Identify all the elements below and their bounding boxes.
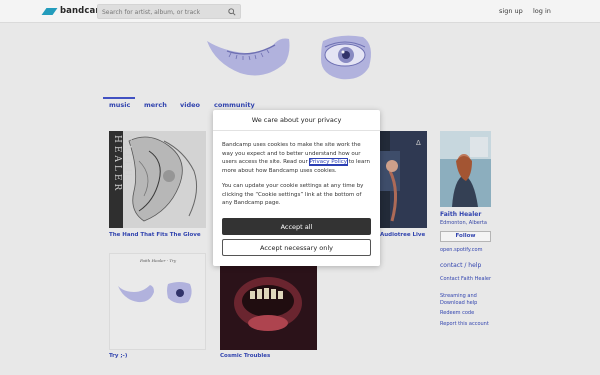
dialog-title: We care about your privacy	[213, 110, 380, 131]
privacy-policy-link[interactable]: Privacy Policy	[308, 158, 349, 166]
cookie-consent-dialog: We care about your privacy Bandcamp uses…	[213, 110, 380, 266]
accept-all-button[interactable]: Accept all	[222, 218, 371, 235]
dialog-body-settings: You can update your cookie settings at a…	[222, 183, 364, 206]
accept-necessary-button[interactable]: Accept necessary only	[222, 239, 371, 256]
dialog-body: Bandcamp uses cookies to make the site w…	[222, 141, 372, 175]
